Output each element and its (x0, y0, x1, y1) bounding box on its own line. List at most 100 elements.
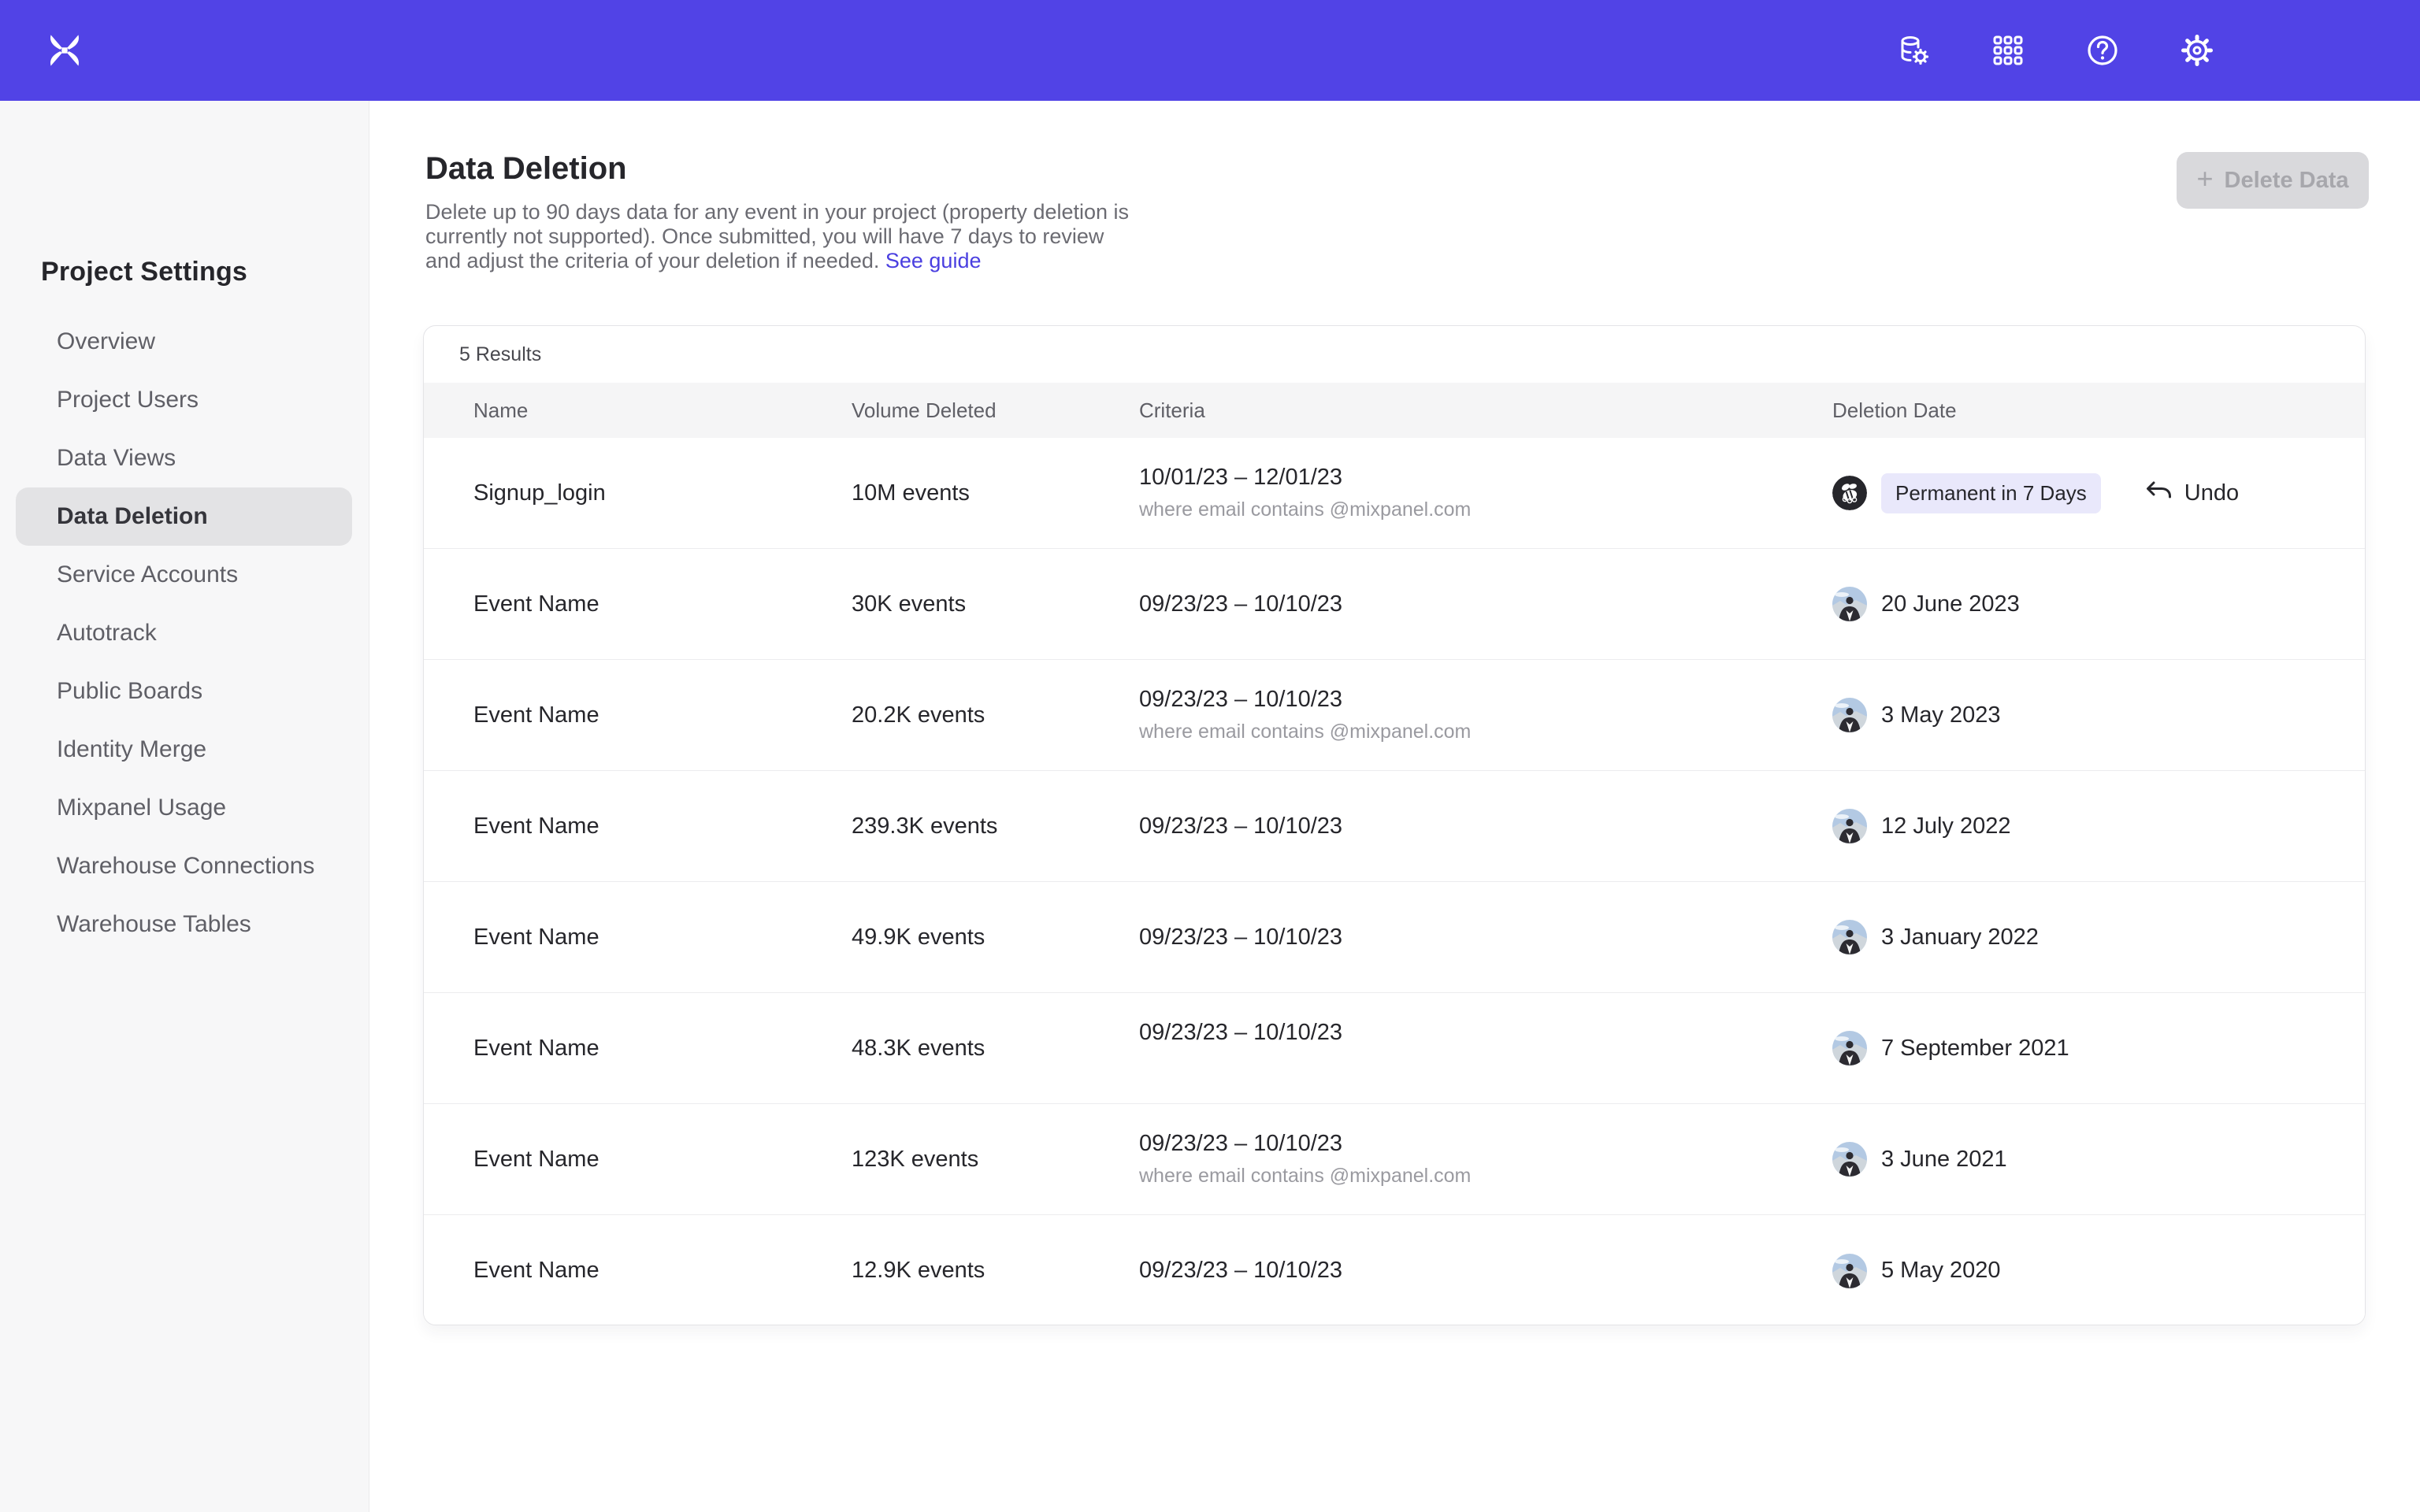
plus-icon: + (2197, 165, 2214, 193)
data-deletion-page: Project Settings Overview Project Users … (0, 0, 2420, 1512)
table-row[interactable]: Event Name 123K events 09/23/23 – 10/10/… (424, 1104, 2365, 1215)
user-avatar (1832, 1031, 1867, 1065)
user-avatar (1832, 698, 1867, 732)
row-criteria-filter: where email contains @mixpanel.com (1139, 1165, 1832, 1188)
row-volume-deleted: 30K events (852, 591, 1139, 617)
page-title: Data Deletion (425, 151, 627, 187)
deletion-date-text: 7 September 2021 (1881, 1036, 2069, 1062)
sidebar-title: Project Settings (41, 257, 247, 287)
row-criteria-range: 09/23/23 – 10/10/23 (1139, 1131, 1832, 1157)
row-criteria-range: 09/23/23 – 10/10/23 (1139, 1020, 1832, 1046)
deletion-date-text: 3 June 2021 (1881, 1147, 2007, 1173)
row-event-name: Event Name (473, 591, 852, 617)
user-avatar (1832, 809, 1867, 843)
row-criteria: 09/23/23 – 10/10/23 where email contains… (1139, 687, 1832, 743)
table-row[interactable]: Event Name 49.9K events 09/23/23 – 10/10… (424, 882, 2365, 993)
row-criteria-range: 09/23/23 – 10/10/23 (1139, 1258, 1832, 1284)
row-criteria-filter: where email contains @mixpanel.com (1139, 498, 1832, 521)
deletion-table-card: 5 Results Name Volume Deleted Criteria D… (423, 325, 2366, 1325)
row-criteria-range: 09/23/23 – 10/10/23 (1139, 687, 1832, 713)
sidebar-item-project-users[interactable]: Project Users (16, 371, 352, 429)
row-deletion-date: 20 June 2023 (1832, 587, 2365, 621)
topbar-icon-group (1895, 0, 2215, 101)
column-header-deletion-date: Deletion Date (1832, 398, 2365, 423)
row-volume-deleted: 48.3K events (852, 1036, 1139, 1062)
row-event-name: Event Name (473, 813, 852, 839)
row-volume-deleted: 20.2K events (852, 702, 1139, 728)
row-deletion-date: 12 July 2022 (1832, 809, 2365, 843)
column-header-volume-deleted: Volume Deleted (852, 398, 1139, 423)
row-criteria: 09/23/23 – 10/10/23 (1139, 1020, 1832, 1077)
table-row[interactable]: Event Name 12.9K events 09/23/23 – 10/10… (424, 1215, 2365, 1325)
user-avatar (1832, 587, 1867, 621)
deletion-date-text: 5 May 2020 (1881, 1258, 2001, 1284)
sidebar-item-mixpanel-usage[interactable]: Mixpanel Usage (16, 779, 352, 837)
mixpanel-logo-icon[interactable] (46, 32, 84, 69)
sidebar-item-service-accounts[interactable]: Service Accounts (16, 546, 352, 604)
user-avatar (1832, 920, 1867, 954)
row-event-name: Signup_login (473, 480, 852, 506)
table-row[interactable]: Event Name 20.2K events 09/23/23 – 10/10… (424, 660, 2365, 771)
user-avatar (1832, 1142, 1867, 1177)
table-row[interactable]: Event Name 239.3K events 09/23/23 – 10/1… (424, 771, 2365, 882)
sidebar-item-warehouse-tables[interactable]: Warehouse Tables (16, 895, 352, 954)
sidebar-item-warehouse-connections[interactable]: Warehouse Connections (16, 837, 352, 895)
table-header-row: Name Volume Deleted Criteria Deletion Da… (424, 383, 2365, 438)
row-event-name: Event Name (473, 1147, 852, 1173)
table-row[interactable]: Signup_login 10M events 10/01/23 – 12/01… (424, 438, 2365, 549)
delete-data-button[interactable]: + Delete Data (2177, 152, 2369, 209)
undo-label: Undo (2184, 480, 2239, 506)
settings-gear-icon[interactable] (2179, 32, 2215, 69)
page-description-text: Delete up to 90 days data for any event … (425, 200, 1129, 272)
row-deletion-date: 5 May 2020 (1832, 1254, 2365, 1288)
table-row[interactable]: Event Name 48.3K events 09/23/23 – 10/10… (424, 993, 2365, 1104)
row-criteria: 09/23/23 – 10/10/23 (1139, 925, 1832, 951)
row-criteria-range: 09/23/23 – 10/10/23 (1139, 591, 1832, 617)
row-volume-deleted: 12.9K events (852, 1258, 1139, 1284)
row-event-name: Event Name (473, 702, 852, 728)
row-criteria: 09/23/23 – 10/10/23 (1139, 813, 1832, 839)
sidebar-item-data-views[interactable]: Data Views (16, 429, 352, 487)
row-criteria: 09/23/23 – 10/10/23 (1139, 1258, 1832, 1284)
apps-grid-icon[interactable] (1990, 32, 2026, 69)
sidebar-item-public-boards[interactable]: Public Boards (16, 662, 352, 721)
row-event-name: Event Name (473, 1258, 852, 1284)
sidebar-item-overview[interactable]: Overview (16, 313, 352, 371)
undo-button[interactable]: Undo (2143, 477, 2239, 509)
row-criteria-range: 09/23/23 – 10/10/23 (1139, 813, 1832, 839)
column-header-criteria: Criteria (1139, 398, 1832, 423)
row-criteria-range: 09/23/23 – 10/10/23 (1139, 925, 1832, 951)
delete-data-button-label: Delete Data (2225, 168, 2349, 194)
column-header-name: Name (473, 398, 852, 423)
row-criteria-filter (1139, 1054, 1832, 1077)
page-description: Delete up to 90 days data for any event … (425, 200, 1130, 273)
user-avatar (1832, 1254, 1867, 1288)
row-event-name: Event Name (473, 925, 852, 951)
sidebar-item-identity-merge[interactable]: Identity Merge (16, 721, 352, 779)
sidebar-item-data-deletion[interactable]: Data Deletion (16, 487, 352, 546)
deletion-date-text: 20 June 2023 (1881, 591, 2020, 617)
row-criteria-range: 10/01/23 – 12/01/23 (1139, 465, 1832, 491)
row-deletion-date: 3 January 2022 (1832, 920, 2365, 954)
row-deletion-date: 3 June 2021 (1832, 1142, 2365, 1177)
top-navigation-bar (0, 0, 2420, 101)
deletion-date-text: 3 January 2022 (1881, 925, 2039, 951)
user-avatar (1832, 476, 1867, 510)
see-guide-link[interactable]: See guide (885, 249, 982, 272)
row-criteria: 09/23/23 – 10/10/23 (1139, 591, 1832, 617)
undo-arrow-icon (2143, 477, 2175, 509)
row-criteria: 10/01/23 – 12/01/23 where email contains… (1139, 465, 1832, 521)
data-management-icon[interactable] (1895, 32, 1932, 69)
row-volume-deleted: 239.3K events (852, 813, 1139, 839)
deletion-date-text: 12 July 2022 (1881, 813, 2010, 839)
deletion-date-text: 3 May 2023 (1881, 702, 2001, 728)
row-deletion-date: Permanent in 7 Days Undo (1832, 473, 2365, 513)
permanent-badge: Permanent in 7 Days (1881, 473, 2101, 513)
help-icon[interactable] (2084, 32, 2121, 69)
row-deletion-date: 3 May 2023 (1832, 698, 2365, 732)
row-criteria: 09/23/23 – 10/10/23 where email contains… (1139, 1131, 1832, 1188)
project-settings-sidebar: Project Settings Overview Project Users … (0, 101, 369, 1512)
table-row[interactable]: Event Name 30K events 09/23/23 – 10/10/2… (424, 549, 2365, 660)
row-volume-deleted: 10M events (852, 480, 1139, 506)
sidebar-item-autotrack[interactable]: Autotrack (16, 604, 352, 662)
